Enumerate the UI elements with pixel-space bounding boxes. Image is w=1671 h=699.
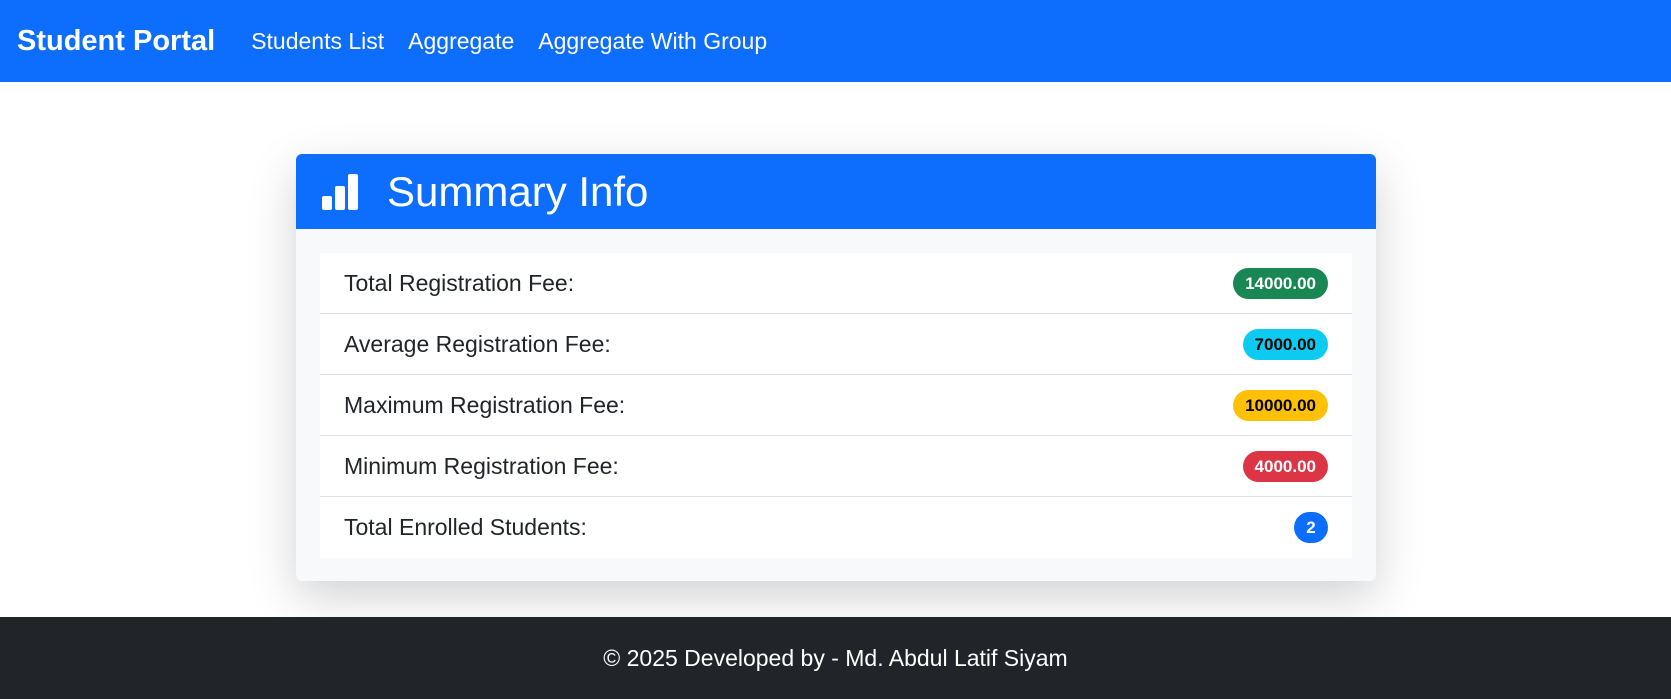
- nav-link-students-list[interactable]: Students List: [251, 28, 384, 55]
- summary-card: Summary Info Total Registration Fee: 140…: [296, 154, 1376, 581]
- item-label: Total Registration Fee:: [344, 269, 575, 296]
- item-label: Average Registration Fee:: [344, 330, 611, 357]
- average-fee-badge: 7000.00: [1242, 328, 1328, 360]
- footer-text: © 2025 Developed by - Md. Abdul Latif Si…: [603, 644, 1068, 671]
- list-item-minimum-fee: Minimum Registration Fee: 4000.00: [320, 436, 1352, 497]
- item-label: Total Enrolled Students:: [344, 514, 587, 540]
- footer: © 2025 Developed by - Md. Abdul Latif Si…: [0, 617, 1671, 699]
- nav-links: Students List Aggregate Aggregate With G…: [251, 28, 791, 55]
- nav-link-aggregate-with-group[interactable]: Aggregate With Group: [538, 28, 767, 55]
- list-item-average-fee: Average Registration Fee: 7000.00: [320, 314, 1352, 375]
- list-item-maximum-fee: Maximum Registration Fee: 10000.00: [320, 375, 1352, 436]
- card-header: Summary Info: [296, 154, 1376, 229]
- navbar: Student Portal Students List Aggregate A…: [0, 0, 1671, 82]
- summary-list: Total Registration Fee: 14000.00 Average…: [320, 253, 1352, 558]
- total-fee-badge: 14000.00: [1233, 267, 1328, 299]
- nav-link-aggregate[interactable]: Aggregate: [408, 28, 514, 55]
- list-item-enrolled-students: Total Enrolled Students: 2: [320, 497, 1352, 558]
- enrolled-students-badge: 2: [1294, 512, 1328, 543]
- bar-chart-icon: [322, 173, 361, 210]
- list-item-total-fee: Total Registration Fee: 14000.00: [320, 253, 1352, 314]
- item-label: Minimum Registration Fee:: [344, 452, 619, 479]
- card-title: Summary Info: [387, 167, 649, 215]
- maximum-fee-badge: 10000.00: [1233, 389, 1328, 421]
- item-label: Maximum Registration Fee:: [344, 391, 626, 418]
- minimum-fee-badge: 4000.00: [1242, 450, 1328, 482]
- brand-link[interactable]: Student Portal: [17, 25, 215, 58]
